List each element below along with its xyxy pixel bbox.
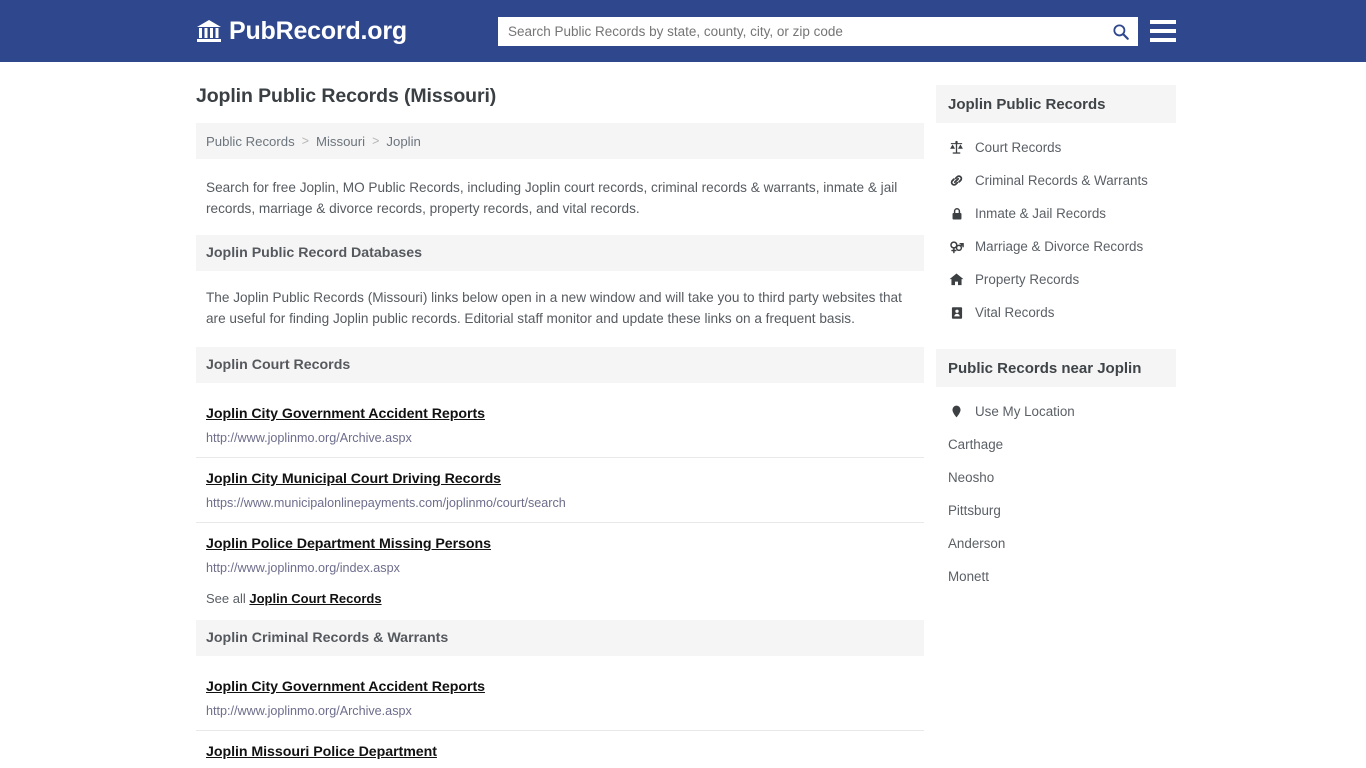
sidebar-item-label: Court Records	[975, 140, 1062, 155]
venus-mars-icon	[948, 239, 965, 254]
record-link-title[interactable]: Joplin Missouri Police Department	[206, 744, 437, 760]
sidebar-list-nearby: Use My Location Carthage Neosho Pittsbur…	[936, 387, 1176, 593]
databases-description: The Joplin Public Records (Missouri) lin…	[206, 290, 902, 326]
sidebar-item-vital-records[interactable]: Vital Records	[936, 296, 1176, 329]
sidebar-item-anderson[interactable]: Anderson	[936, 527, 1176, 560]
sidebar-item-neosho[interactable]: Neosho	[936, 461, 1176, 494]
search-bar	[498, 17, 1138, 46]
page-title: Joplin Public Records (Missouri)	[196, 85, 497, 107]
id-card-icon	[948, 306, 965, 320]
record-link-url: https://www.municipalonlinepayments.com/…	[206, 496, 566, 510]
scales-of-justice-icon	[948, 140, 965, 155]
section-header-court-records: Joplin Court Records	[196, 347, 924, 383]
map-pin-icon	[948, 404, 965, 419]
search-input[interactable]	[498, 17, 1104, 46]
record-link-url: http://www.joplinmo.org/Archive.aspx	[206, 431, 412, 445]
sidebar-item-label: Monett	[948, 569, 989, 584]
record-link-url: http://www.joplinmo.org/index.aspx	[206, 561, 400, 575]
sidebar-item-court-records[interactable]: Court Records	[936, 131, 1176, 164]
sidebar-item-label: Use My Location	[975, 404, 1075, 419]
section-header-databases: Joplin Public Record Databases	[196, 235, 924, 271]
sidebar-item-label: Neosho	[948, 470, 995, 485]
sidebar-item-label: Property Records	[975, 272, 1080, 287]
hamburger-bar	[1150, 29, 1176, 33]
sidebar-item-carthage[interactable]: Carthage	[936, 428, 1176, 461]
sidebar-item-use-my-location[interactable]: Use My Location	[936, 395, 1176, 428]
search-button[interactable]	[1104, 17, 1138, 46]
intro-paragraph: Search for free Joplin, MO Public Record…	[206, 180, 898, 216]
list-item: Joplin Police Department Missing Persons…	[196, 523, 924, 587]
brand-name: PubRecord.org	[229, 16, 407, 45]
list-item: Joplin Missouri Police Department	[196, 731, 924, 768]
house-icon	[948, 272, 965, 287]
site-header: PubRecord.org	[0, 0, 1366, 62]
sidebar-panel-nearby: Public Records near Joplin Use My Locati…	[936, 349, 1176, 593]
sidebar-list-records: Court Records Criminal Records & Warrant…	[936, 123, 1176, 329]
record-link-url: http://www.joplinmo.org/Archive.aspx	[206, 704, 412, 718]
breadcrumb-item-joplin: Joplin	[386, 133, 421, 149]
sidebar-header-nearby: Public Records near Joplin	[936, 349, 1176, 387]
hamburger-menu-icon[interactable]	[1150, 20, 1176, 42]
record-link-title[interactable]: Joplin City Government Accident Reports	[206, 679, 485, 695]
sidebar-item-label: Carthage	[948, 437, 1004, 452]
chain-link-icon	[948, 173, 965, 188]
link-list-court-records: Joplin City Government Accident Reports …	[196, 393, 924, 587]
breadcrumb: Public Records > Missouri > Joplin	[196, 123, 924, 159]
padlock-icon	[948, 207, 965, 221]
hamburger-bar	[1150, 38, 1176, 42]
page-body: Joplin Public Records (Missouri) Public …	[0, 62, 1366, 768]
sidebar-item-property-records[interactable]: Property Records	[936, 263, 1176, 296]
see-all-row: See all Joplin Court Records	[196, 587, 924, 620]
sidebar-item-label: Inmate & Jail Records	[975, 206, 1106, 221]
sidebar-header-records: Joplin Public Records	[936, 85, 1176, 123]
search-icon	[1112, 23, 1130, 41]
sidebar-item-marriage-records[interactable]: Marriage & Divorce Records	[936, 230, 1176, 263]
list-item: Joplin City Government Accident Reports …	[196, 393, 924, 458]
record-link-title[interactable]: Joplin City Government Accident Reports	[206, 406, 485, 422]
see-all-link-court-records[interactable]: Joplin Court Records	[249, 591, 381, 606]
bank-building-icon	[196, 19, 222, 43]
sidebar-item-monett[interactable]: Monett	[936, 560, 1176, 593]
breadcrumb-item-missouri[interactable]: Missouri	[316, 134, 365, 149]
sidebar: Joplin Public Records Court Records Crim…	[936, 85, 1176, 593]
see-all-prefix: See all	[206, 591, 246, 606]
sidebar-item-label: Marriage & Divorce Records	[975, 239, 1144, 254]
section-header-criminal-records: Joplin Criminal Records & Warrants	[196, 620, 924, 656]
sidebar-item-label: Vital Records	[975, 305, 1055, 320]
breadcrumb-separator: >	[301, 134, 309, 148]
list-item: Joplin City Municipal Court Driving Reco…	[196, 458, 924, 523]
main-content: Joplin Public Records (Missouri) Public …	[196, 85, 924, 768]
breadcrumb-item-public-records[interactable]: Public Records	[206, 134, 295, 149]
sidebar-item-label: Pittsburg	[948, 503, 1001, 518]
sidebar-item-label: Anderson	[948, 536, 1006, 551]
breadcrumb-separator: >	[372, 134, 380, 148]
record-link-title[interactable]: Joplin Police Department Missing Persons	[206, 536, 491, 552]
hamburger-bar	[1150, 20, 1176, 24]
sidebar-item-criminal-records[interactable]: Criminal Records & Warrants	[936, 164, 1176, 197]
list-item: Joplin City Government Accident Reports …	[196, 666, 924, 731]
sidebar-item-label: Criminal Records & Warrants	[975, 173, 1148, 188]
link-list-criminal-records: Joplin City Government Accident Reports …	[196, 666, 924, 768]
brand-logo-link[interactable]: PubRecord.org	[196, 17, 407, 46]
record-link-title[interactable]: Joplin City Municipal Court Driving Reco…	[206, 471, 501, 487]
sidebar-item-pittsburg[interactable]: Pittsburg	[936, 494, 1176, 527]
sidebar-item-inmate-records[interactable]: Inmate & Jail Records	[936, 197, 1176, 230]
